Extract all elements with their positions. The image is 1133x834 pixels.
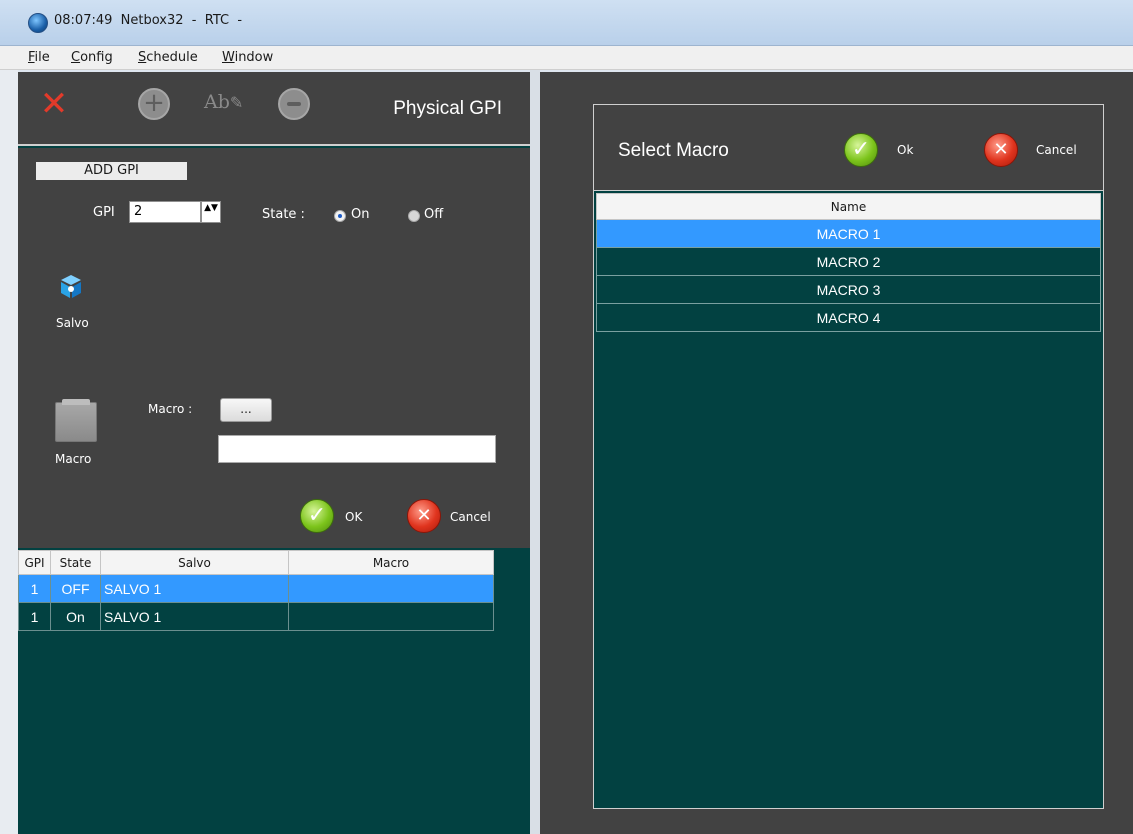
table-row[interactable]: 1 On SALVO 1 <box>18 602 494 631</box>
menu-window[interactable]: Window <box>222 50 273 65</box>
gpi-number-input[interactable]: 2 <box>129 201 201 223</box>
state-on-radio[interactable] <box>334 210 346 222</box>
cell-state: OFF <box>50 574 101 603</box>
window-title: 08:07:49 Netbox32 - RTC - <box>54 13 243 28</box>
column-header[interactable]: Macro <box>288 550 494 575</box>
macro-icon-label: Macro <box>55 452 92 466</box>
cell-macro <box>288 602 494 631</box>
dialog-cancel-icon[interactable] <box>984 133 1018 167</box>
macro-name: MACRO 4 <box>596 303 1101 332</box>
macro-browse-button[interactable]: ... <box>220 398 272 422</box>
dialog-ok-icon[interactable] <box>844 133 878 167</box>
menu-file[interactable]: File <box>28 50 50 65</box>
macro-name: MACRO 3 <box>596 275 1101 304</box>
gpi-toolbar: ✕ + Ab✎ Physical GPI <box>18 72 530 146</box>
menu-schedule[interactable]: Schedule <box>138 50 198 65</box>
cancel-button-label[interactable]: Cancel <box>450 510 491 524</box>
cell-gpi: 1 <box>18 574 51 603</box>
state-off-radio[interactable] <box>408 210 420 222</box>
rename-icon[interactable]: Ab✎ <box>204 88 250 120</box>
macro-list: Name MACRO 1 MACRO 2 MACRO 3 MACRO 4 <box>596 193 1101 332</box>
column-header[interactable]: GPI <box>18 550 51 575</box>
add-gpi-form: ADD GPI GPI 2 ▲▼ State : On Off Salvo Ma… <box>18 148 530 548</box>
add-icon[interactable]: + <box>138 88 170 120</box>
cancel-icon[interactable] <box>407 499 441 533</box>
macro-field-label: Macro : <box>148 402 193 416</box>
macro-row[interactable]: MACRO 2 <box>596 247 1101 276</box>
table-header: Name <box>596 193 1101 220</box>
cell-gpi: 1 <box>18 602 51 631</box>
dialog-ok-label[interactable]: Ok <box>897 143 913 157</box>
column-header[interactable]: State <box>50 550 101 575</box>
cell-macro <box>288 574 494 603</box>
dialog-cancel-label[interactable]: Cancel <box>1036 143 1077 157</box>
ok-button-label[interactable]: OK <box>345 510 362 524</box>
column-header-name[interactable]: Name <box>596 193 1101 220</box>
state-on-label: On <box>351 207 370 222</box>
select-macro-dialog: Select Macro Ok Cancel Name MACRO 1 MACR… <box>593 104 1104 809</box>
cell-salvo: SALVO 1 <box>100 574 289 603</box>
delete-icon[interactable]: ✕ <box>38 87 70 121</box>
remove-icon[interactable] <box>278 88 310 120</box>
menu-config[interactable]: Config <box>71 50 113 65</box>
state-off-label: Off <box>424 207 444 222</box>
macro-row[interactable]: MACRO 4 <box>596 303 1101 332</box>
dialog-title: Select Macro <box>618 140 729 161</box>
macro-name: MACRO 2 <box>596 247 1101 276</box>
gpi-table: GPI State Salvo Macro 1 OFF SALVO 1 1 On… <box>18 550 494 631</box>
window-left-edge <box>0 70 18 834</box>
macro-folder-icon <box>55 399 97 442</box>
column-header[interactable]: Salvo <box>100 550 289 575</box>
ok-icon[interactable] <box>300 499 334 533</box>
macro-row[interactable]: MACRO 3 <box>596 275 1101 304</box>
menu-bar: File Config Schedule Window <box>0 46 1133 70</box>
table-row[interactable]: 1 OFF SALVO 1 <box>18 574 494 603</box>
section-label: ADD GPI <box>36 162 187 180</box>
app-globe-icon <box>28 13 48 33</box>
cell-salvo: SALVO 1 <box>100 602 289 631</box>
state-label: State : <box>262 207 305 222</box>
gpi-spinner[interactable]: ▲▼ <box>201 201 221 223</box>
pane-splitter[interactable] <box>530 70 540 834</box>
cell-state: On <box>50 602 101 631</box>
macro-row[interactable]: MACRO 1 <box>596 219 1101 248</box>
salvo-icon[interactable] <box>55 272 87 304</box>
salvo-label: Salvo <box>56 316 89 330</box>
pane-title: Physical GPI <box>393 98 502 119</box>
gpi-label: GPI <box>93 205 115 220</box>
title-bar: 08:07:49 Netbox32 - RTC - <box>0 0 1133 46</box>
table-header: GPI State Salvo Macro <box>18 550 494 575</box>
dialog-header: Select Macro Ok Cancel <box>594 105 1103 191</box>
macro-name: MACRO 1 <box>596 219 1101 248</box>
macro-name-field[interactable] <box>218 435 496 463</box>
